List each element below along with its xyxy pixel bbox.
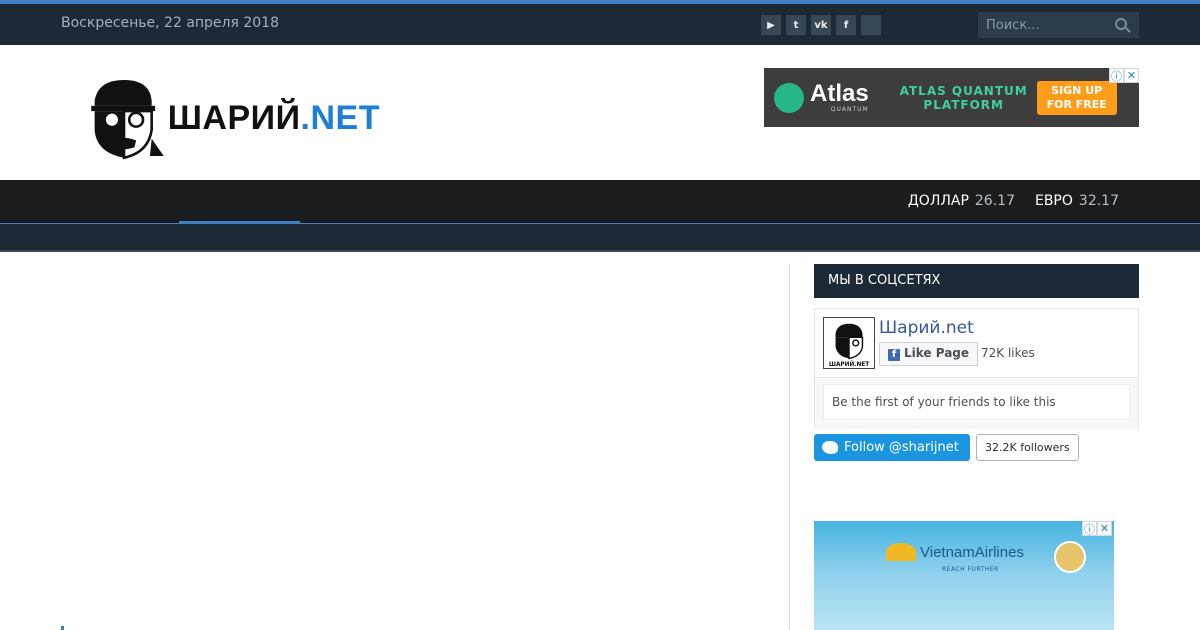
atlas-ad-brand-sub: QUANTUM xyxy=(830,106,869,113)
main-navbar: ДОЛЛАР 26.17 ЕВРО 32.17 xyxy=(0,180,1200,223)
vk-icon[interactable]: vk xyxy=(811,15,831,35)
social-links: ▶ t vk f xyxy=(761,15,881,35)
column-divider xyxy=(789,264,790,630)
rate-dollar: ДОЛЛАР 26.17 xyxy=(907,193,1015,209)
facebook-friends-note: Be the first of your friends to like thi… xyxy=(823,384,1130,420)
twitter-followers-count[interactable]: 32.2K followers xyxy=(976,434,1079,461)
vietnam-airlines-logo: VietnamAirlines xyxy=(886,543,1024,561)
atlas-ad-headline: ATLAS QUANTUM PLATFORM xyxy=(899,83,1028,112)
facebook-icon[interactable]: f xyxy=(836,15,856,35)
svg-text:ШАРИЙ.NET: ШАРИЙ.NET xyxy=(829,360,869,368)
article-accent-mark xyxy=(61,626,64,630)
adchoices-icon[interactable]: ⓘ xyxy=(1082,521,1097,536)
vietnam-airlines-ad[interactable]: VietnamAirlines REACH FURTHER xyxy=(814,521,1114,630)
atlas-globe-icon xyxy=(774,82,804,113)
vietnam-airlines-brand: VietnamAirlines xyxy=(920,543,1024,561)
twitter-icon[interactable]: t xyxy=(786,15,806,35)
facebook-likes-count: 72K likes xyxy=(981,346,1035,360)
youtube-icon[interactable]: ▶ xyxy=(761,15,781,35)
lotus-icon xyxy=(886,543,916,561)
main-content: МЫ В СОЦСЕТЯХ ШАРИЙ.NET Шарий.net f Like… xyxy=(0,252,1200,630)
facebook-widget-footer: Be the first of your friends to like thi… xyxy=(815,377,1138,429)
facebook-page-widget: ШАРИЙ.NET Шарий.net f Like Page 72K like… xyxy=(814,308,1139,429)
social-widget-title: МЫ В СОЦСЕТЯХ xyxy=(814,264,1139,298)
blank-social-icon[interactable] xyxy=(861,15,881,35)
close-icon[interactable]: ✕ xyxy=(1124,68,1139,83)
site-logo[interactable]: ШАРИЙ.NET xyxy=(86,69,380,167)
ad2-controls: ⓘ ✕ xyxy=(1082,521,1112,536)
search-box xyxy=(978,12,1139,38)
search-input[interactable] xyxy=(978,12,1108,38)
atlas-ad-logo: Atlas QUANTUM xyxy=(774,82,869,113)
ad-controls: ⓘ ✕ xyxy=(1109,68,1139,83)
facebook-icon: f xyxy=(888,349,900,361)
atlas-ad-banner[interactable]: Atlas QUANTUM ATLAS QUANTUM PLATFORM SIG… xyxy=(764,68,1139,127)
facebook-like-button[interactable]: f Like Page xyxy=(879,342,979,366)
sub-navbar xyxy=(0,223,1200,252)
twitter-follow-label: Follow @sharijnet xyxy=(844,440,959,455)
rate-euro: ЕВРО 32.17 xyxy=(1034,193,1119,209)
award-badge-icon xyxy=(1054,541,1086,573)
like-button-label: Like Page xyxy=(904,346,970,360)
site-header: ШАРИЙ.NET Atlas QUANTUM ATLAS QUANTUM PL… xyxy=(0,45,1200,180)
active-nav-indicator xyxy=(179,221,300,223)
logo-face-icon xyxy=(91,79,164,160)
search-icon[interactable] xyxy=(1115,18,1127,30)
adchoices-icon[interactable]: ⓘ xyxy=(1109,68,1124,83)
current-date: Воскресенье, 22 апреля 2018 xyxy=(61,15,279,31)
atlas-ad-signup-button[interactable]: SIGN UP FOR FREE xyxy=(1036,80,1117,115)
twitter-bird-icon xyxy=(822,441,838,454)
close-icon[interactable]: ✕ xyxy=(1097,521,1112,536)
top-bar: Воскресенье, 22 апреля 2018 ▶ t vk f xyxy=(0,4,1200,45)
currency-rates: ДОЛЛАР 26.17 ЕВРО 32.17 xyxy=(908,193,1119,209)
vietnam-airlines-tagline: REACH FURTHER xyxy=(942,566,999,573)
twitter-follow-button[interactable]: Follow @sharijnet xyxy=(814,434,970,461)
atlas-ad-brand: Atlas xyxy=(810,80,869,107)
logo-text: ШАРИЙ.NET xyxy=(167,98,380,137)
facebook-page-name[interactable]: Шарий.net xyxy=(879,318,974,338)
facebook-page-avatar[interactable]: ШАРИЙ.NET xyxy=(823,317,875,369)
